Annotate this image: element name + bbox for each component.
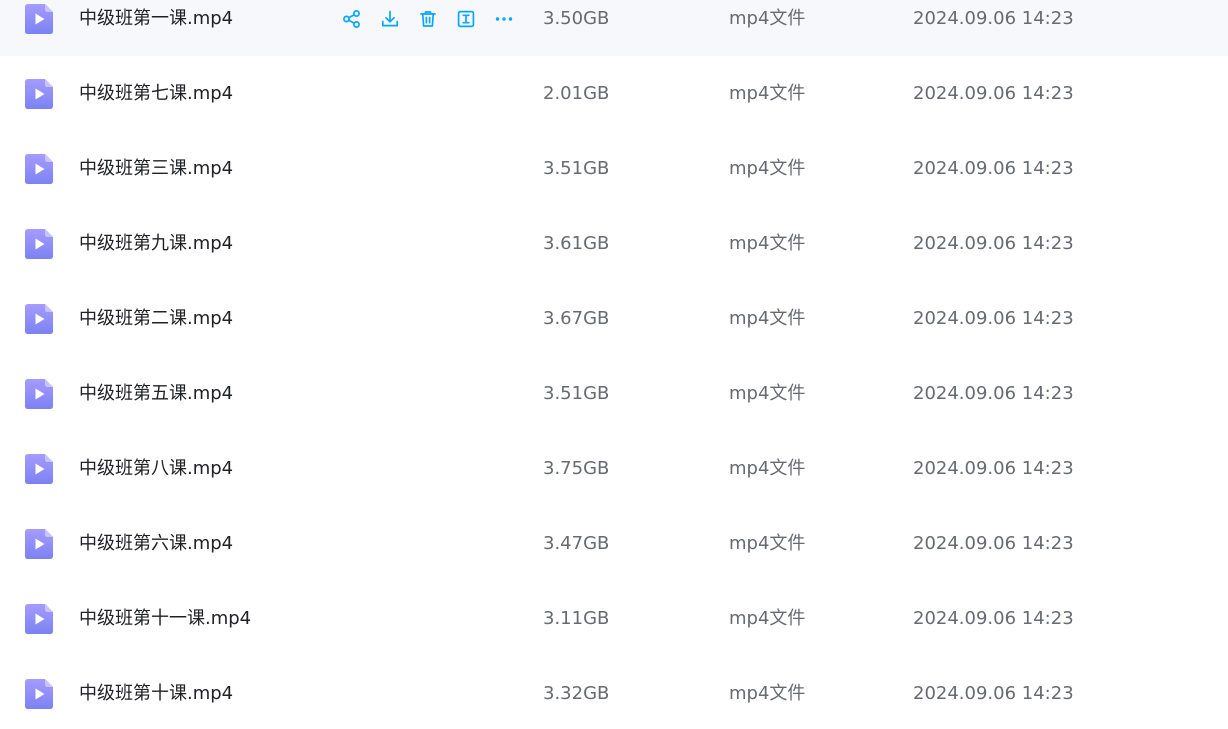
file-row[interactable]: 中级班第五课.mp4 3.51GB mp4文件 2024.09.06 14:23 bbox=[0, 356, 1228, 431]
video-file-icon bbox=[25, 679, 53, 709]
file-row[interactable]: 中级班第十一课.mp4 3.11GB mp4文件 2024.09.06 14:23 bbox=[0, 581, 1228, 656]
file-modified-date: 2024.09.06 14:23 bbox=[913, 533, 1074, 554]
file-size: 3.51GB bbox=[543, 158, 610, 179]
file-modified-date: 2024.09.06 14:23 bbox=[913, 8, 1074, 29]
file-type: mp4文件 bbox=[729, 308, 806, 329]
file-row[interactable]: 中级班第七课.mp4 2.01GB mp4文件 2024.09.06 14:23 bbox=[0, 56, 1228, 131]
file-size: 3.51GB bbox=[543, 383, 610, 404]
file-type: mp4文件 bbox=[729, 83, 806, 104]
file-type: mp4文件 bbox=[729, 458, 806, 479]
file-name[interactable]: 中级班第三课.mp4 bbox=[79, 131, 233, 206]
file-name[interactable]: 中级班第十一课.mp4 bbox=[79, 581, 251, 656]
file-row[interactable]: 中级班第一课.mp4 3.50GB mp4文件 2024.09.06 14:23 bbox=[0, 0, 1228, 56]
file-name[interactable]: 中级班第九课.mp4 bbox=[79, 206, 233, 281]
file-row[interactable]: 中级班第二课.mp4 3.67GB mp4文件 2024.09.06 14:23 bbox=[0, 281, 1228, 356]
video-file-icon bbox=[25, 304, 53, 334]
file-modified-date: 2024.09.06 14:23 bbox=[913, 383, 1074, 404]
file-name[interactable]: 中级班第五课.mp4 bbox=[79, 356, 233, 431]
file-size: 3.75GB bbox=[543, 458, 610, 479]
file-name[interactable]: 中级班第十课.mp4 bbox=[79, 656, 233, 729]
video-file-icon bbox=[25, 529, 53, 559]
file-size: 3.67GB bbox=[543, 308, 610, 329]
delete-icon[interactable] bbox=[416, 7, 440, 31]
file-modified-date: 2024.09.06 14:23 bbox=[913, 608, 1074, 629]
file-modified-date: 2024.09.06 14:23 bbox=[913, 683, 1074, 704]
file-type: mp4文件 bbox=[729, 533, 806, 554]
file-size: 3.61GB bbox=[543, 233, 610, 254]
download-icon[interactable] bbox=[378, 7, 402, 31]
file-type: mp4文件 bbox=[729, 683, 806, 704]
video-file-icon bbox=[25, 379, 53, 409]
video-file-icon bbox=[25, 154, 53, 184]
file-list: 中级班第一课.mp4 3.50GB mp4文件 2024.09.06 14:23 中级班… bbox=[0, 0, 1228, 710]
file-type: mp4文件 bbox=[729, 158, 806, 179]
file-row[interactable]: 中级班第十课.mp4 3.32GB mp4文件 2024.09.06 14:23 bbox=[0, 656, 1228, 729]
file-row[interactable]: 中级班第九课.mp4 3.61GB mp4文件 2024.09.06 14:23 bbox=[0, 206, 1228, 281]
rename-icon[interactable] bbox=[454, 7, 478, 31]
file-type: mp4文件 bbox=[729, 233, 806, 254]
file-name[interactable]: 中级班第六课.mp4 bbox=[79, 506, 233, 581]
file-name[interactable]: 中级班第八课.mp4 bbox=[79, 431, 233, 506]
file-size: 2.01GB bbox=[543, 83, 610, 104]
file-row[interactable]: 中级班第八课.mp4 3.75GB mp4文件 2024.09.06 14:23 bbox=[0, 431, 1228, 506]
share-icon[interactable] bbox=[340, 7, 364, 31]
file-name[interactable]: 中级班第二课.mp4 bbox=[79, 281, 233, 356]
file-modified-date: 2024.09.06 14:23 bbox=[913, 158, 1074, 179]
video-file-icon bbox=[25, 4, 53, 34]
file-name[interactable]: 中级班第一课.mp4 bbox=[79, 0, 233, 56]
file-type: mp4文件 bbox=[729, 8, 806, 29]
video-file-icon bbox=[25, 604, 53, 634]
file-size: 3.11GB bbox=[543, 608, 610, 629]
file-type: mp4文件 bbox=[729, 383, 806, 404]
file-size: 3.50GB bbox=[543, 8, 610, 29]
file-name[interactable]: 中级班第七课.mp4 bbox=[79, 56, 233, 131]
video-file-icon bbox=[25, 454, 53, 484]
file-modified-date: 2024.09.06 14:23 bbox=[913, 458, 1074, 479]
more-icon[interactable] bbox=[492, 7, 516, 31]
file-row[interactable]: 中级班第三课.mp4 3.51GB mp4文件 2024.09.06 14:23 bbox=[0, 131, 1228, 206]
file-type: mp4文件 bbox=[729, 608, 806, 629]
row-actions bbox=[340, 7, 530, 31]
file-modified-date: 2024.09.06 14:23 bbox=[913, 233, 1074, 254]
file-row[interactable]: 中级班第六课.mp4 3.47GB mp4文件 2024.09.06 14:23 bbox=[0, 506, 1228, 581]
file-modified-date: 2024.09.06 14:23 bbox=[913, 308, 1074, 329]
file-modified-date: 2024.09.06 14:23 bbox=[913, 83, 1074, 104]
file-size: 3.32GB bbox=[543, 683, 610, 704]
video-file-icon bbox=[25, 229, 53, 259]
file-size: 3.47GB bbox=[543, 533, 610, 554]
video-file-icon bbox=[25, 79, 53, 109]
